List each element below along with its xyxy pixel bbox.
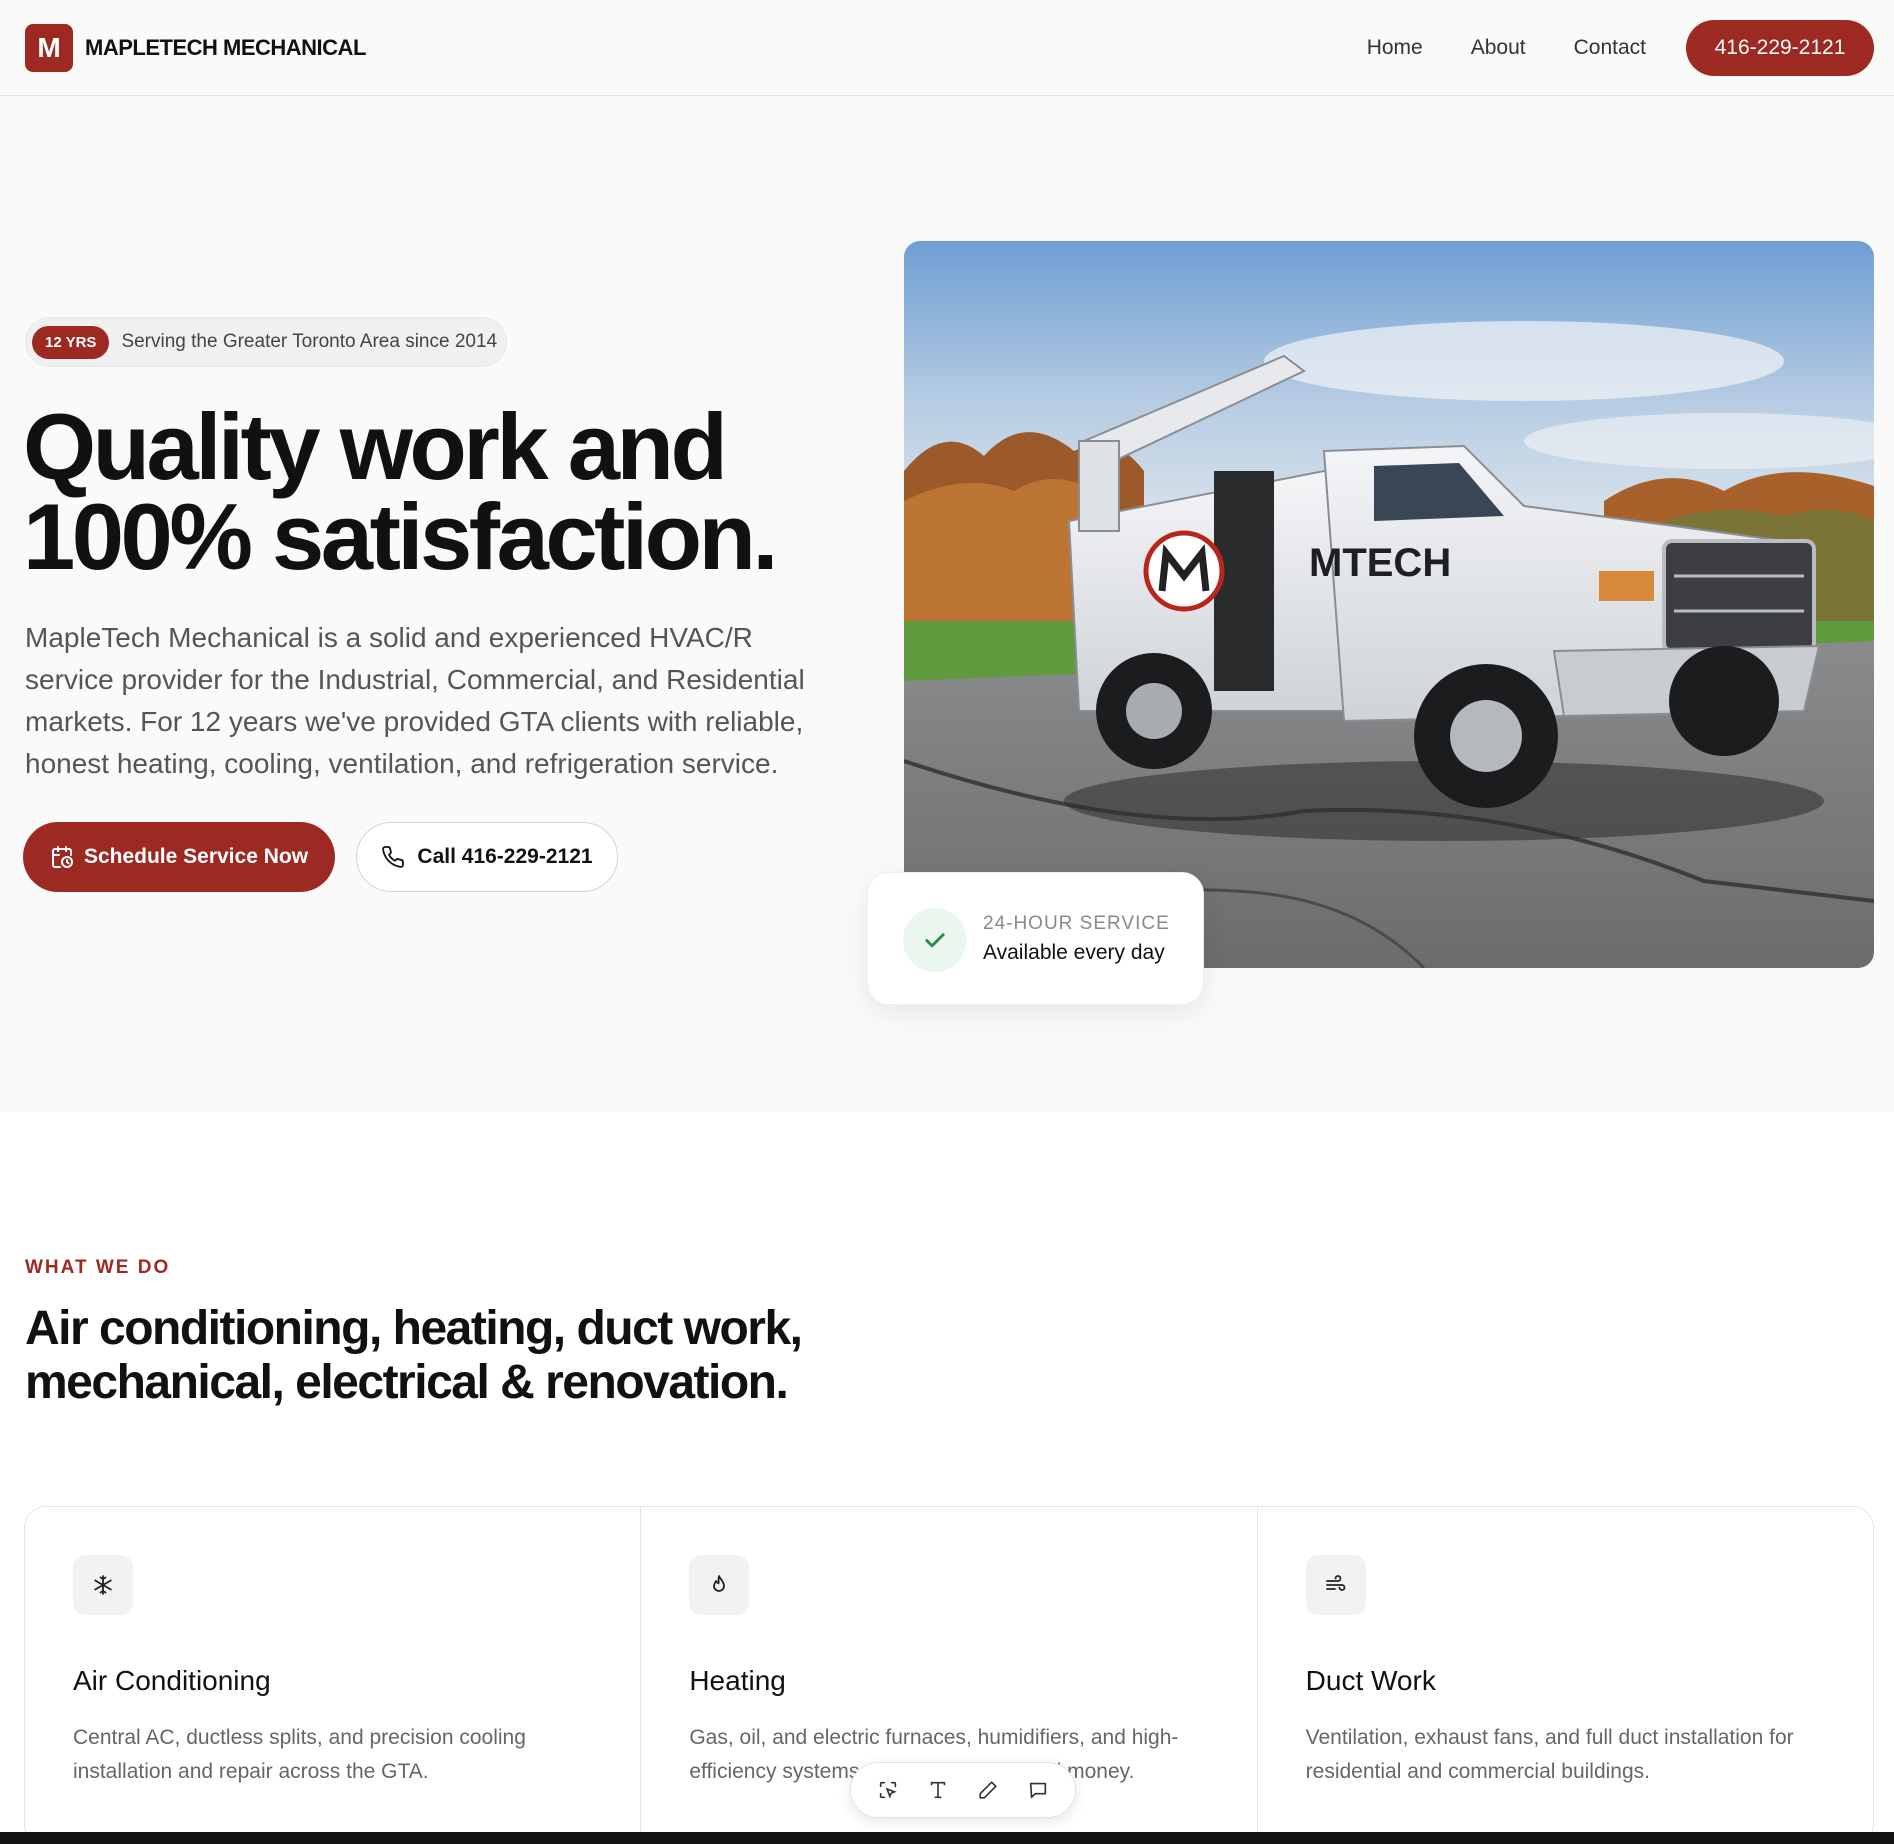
service-card-description: Central AC, ductless splits, and precisi… (73, 1726, 526, 1783)
schedule-service-button[interactable]: Schedule Service Now (23, 822, 335, 892)
nav-link-about[interactable]: About (1471, 36, 1526, 60)
service-eyebrow: 24-HOUR SERVICE (983, 913, 1170, 934)
services-section: WHAT WE DO Air conditioning, heating, du… (0, 1112, 1894, 1844)
main-nav: Home About Contact (1367, 0, 1646, 96)
hero-truck-photo: MTECH (904, 241, 1874, 968)
section-title: Air conditioning, heating, duct work, me… (25, 1302, 925, 1410)
brand-logo[interactable]: M MAPLETECH MECHANICAL (25, 24, 366, 72)
section-title-line-1: Air conditioning, heating, duct work, (25, 1302, 803, 1355)
hero-title-line-2: 100% satisfaction. (23, 484, 779, 589)
text-tool-icon[interactable] (924, 1776, 952, 1804)
nav-link-contact[interactable]: Contact (1574, 36, 1646, 60)
nav-phone-button[interactable]: 416-229-2121 (1686, 20, 1874, 76)
truck-photo-illustration: MTECH (904, 241, 1874, 968)
brand-name: MAPLETECH MECHANICAL (85, 35, 366, 60)
brand-mark: M (25, 24, 73, 72)
snowflake-icon (73, 1555, 133, 1615)
schedule-service-label: Schedule Service Now (83, 845, 309, 868)
service-card-duct-work[interactable]: Duct Work Ventilation, exhaust fans, and… (1258, 1507, 1873, 1844)
section-eyebrow: WHAT WE DO (25, 1257, 171, 1278)
call-button-label: Call 416-229-2121 (417, 845, 593, 868)
select-element-icon[interactable] (874, 1776, 902, 1804)
service-availability-card: 24-HOUR SERVICE Available every day (867, 872, 1204, 1005)
phone-icon (381, 845, 405, 869)
since-text: Serving the Greater Toronto Area since 2… (121, 331, 498, 352)
floating-edit-toolbar (850, 1762, 1076, 1818)
since-pill: 12 YRS Serving the Greater Toronto Area … (25, 317, 507, 367)
section-title-line-2: mechanical, electrical & renovation. (25, 1356, 789, 1409)
bottom-edge-strip (0, 1832, 1894, 1844)
years-badge: 12 YRS (32, 325, 110, 359)
service-card-title: Heating (689, 1665, 786, 1696)
service-card-description: Ventilation, exhaust fans, and full duct… (1305, 1726, 1794, 1783)
service-card-title: Duct Work (1305, 1665, 1436, 1696)
hero-description: MapleTech Mechanical is a solid and expe… (25, 622, 805, 779)
calendar-clock-icon (50, 845, 74, 869)
service-card-air-conditioning[interactable]: Air Conditioning Central AC, ductless sp… (25, 1507, 642, 1844)
comment-icon[interactable] (1024, 1776, 1052, 1804)
nav-link-home[interactable]: Home (1367, 36, 1423, 60)
flame-icon (689, 1555, 750, 1615)
service-card-title: Air Conditioning (73, 1665, 271, 1696)
hero-title: Quality work and 100% satisfaction. (23, 400, 843, 584)
pencil-icon[interactable] (974, 1776, 1002, 1804)
top-navigation: M MAPLETECH MECHANICAL Home About Contac… (0, 0, 1894, 96)
hero-section: 12 YRS Serving the Greater Toronto Area … (0, 97, 1894, 1112)
check-icon (903, 908, 967, 972)
wind-icon (1305, 1555, 1366, 1615)
truck-door-lettering: MTECH (1309, 541, 1451, 585)
service-text: Available every day (983, 941, 1165, 964)
call-button[interactable]: Call 416-229-2121 (356, 822, 618, 892)
